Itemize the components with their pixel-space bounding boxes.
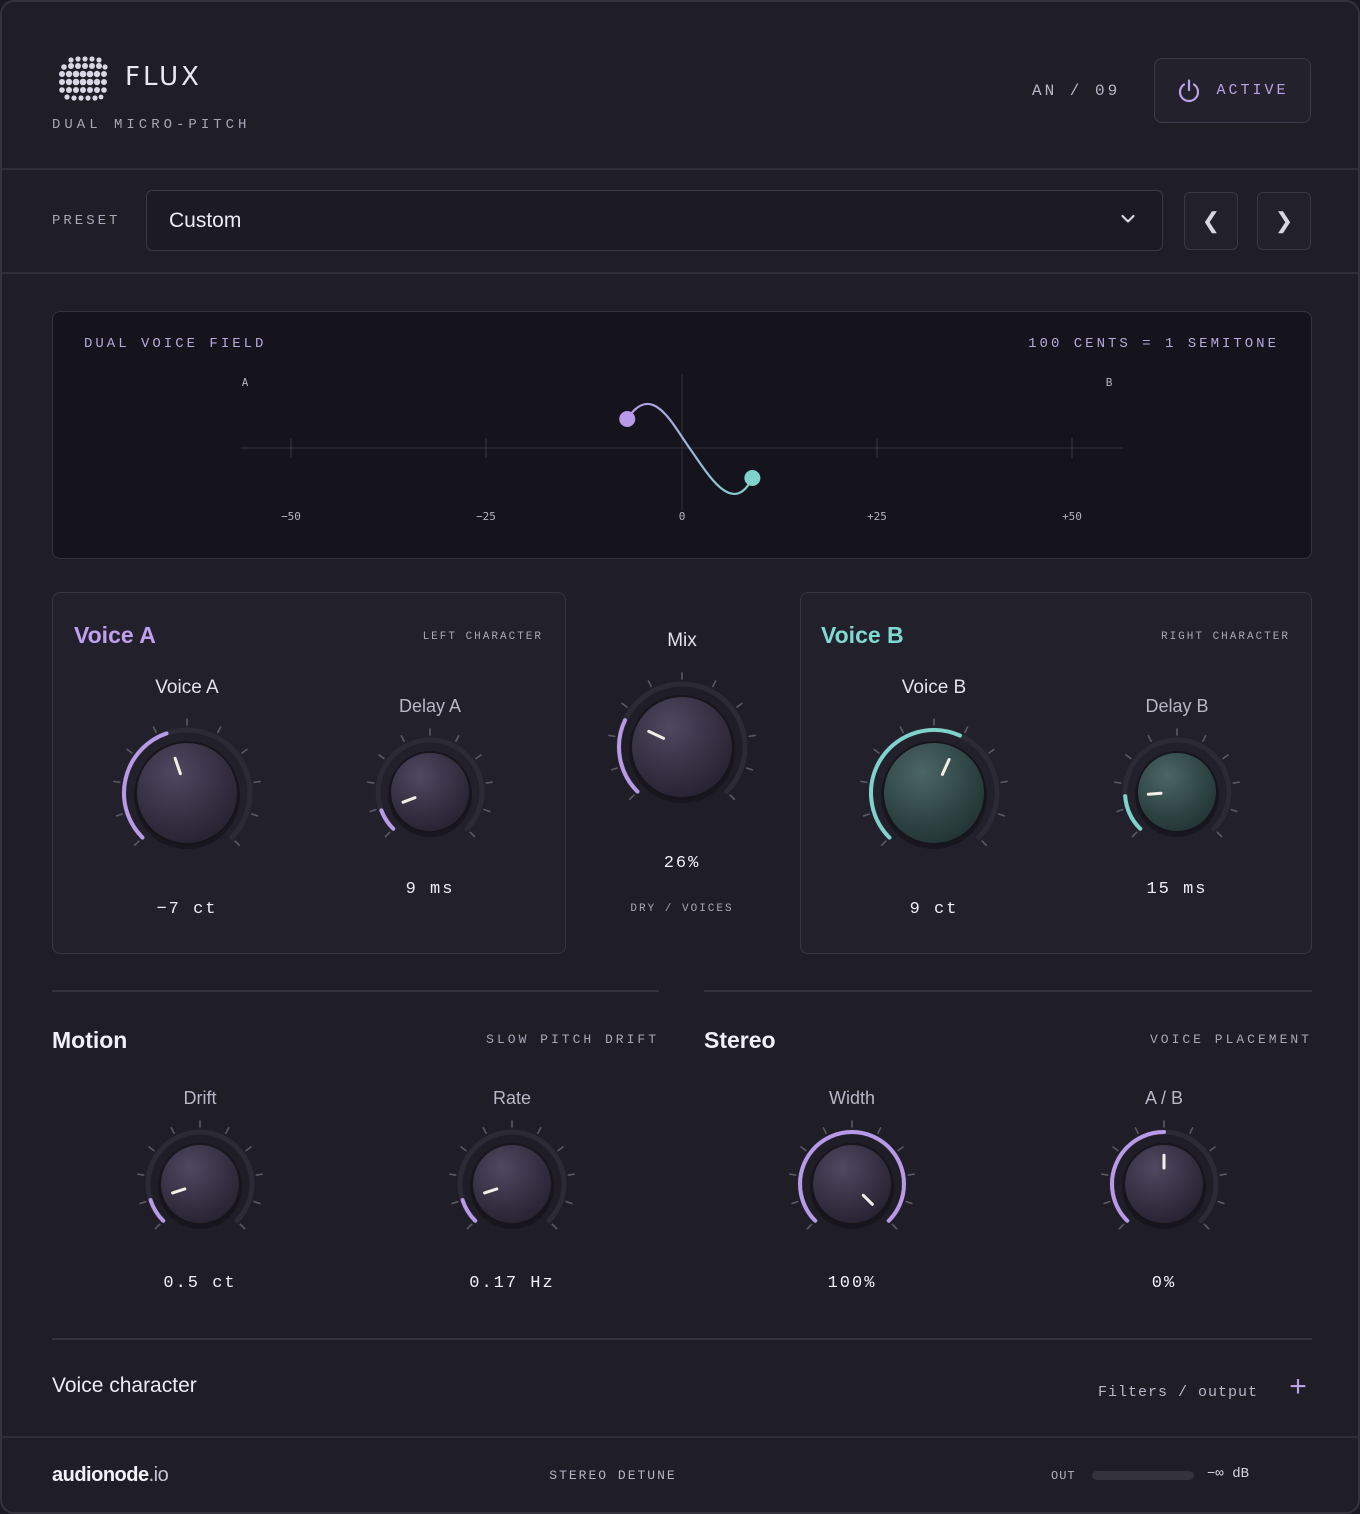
field-curve <box>626 403 754 495</box>
motion-tag: SLOW PITCH DRIFT <box>486 1032 659 1047</box>
active-label: ACTIVE <box>1216 82 1289 99</box>
delay-b-value: 15 ms <box>1146 880 1208 899</box>
preset-prev-button[interactable]: ❮ <box>1184 192 1238 250</box>
field-tick-label: −25 <box>476 510 496 523</box>
divider <box>52 990 659 992</box>
voice-character-title[interactable]: Voice character <box>52 1374 197 1398</box>
voice-b-pitch-knob[interactable] <box>853 712 1015 874</box>
out-value: −∞ dB <box>1207 1466 1250 1482</box>
brand-suffix: .io <box>148 1464 169 1486</box>
voice-a-pitch-label: Voice A <box>155 677 219 698</box>
field-tick-label: 0 <box>679 510 686 523</box>
chevron-down-icon <box>1121 214 1135 223</box>
voice-b-title: Voice B <box>821 622 904 648</box>
brand-logo: audionode.io <box>52 1464 169 1487</box>
field-tick-label: +25 <box>867 510 887 523</box>
delay-a-label: Delay A <box>398 696 462 716</box>
voice-b-pitch-value: 9 ct <box>909 900 959 919</box>
rate-value: 0.17 Hz <box>469 1274 555 1293</box>
app-subtitle: DUAL MICRO-PITCH <box>52 117 251 133</box>
divider <box>2 168 1358 170</box>
rate-knob[interactable] <box>442 1114 582 1254</box>
divider <box>704 990 1312 992</box>
brand-name: audionode <box>52 1464 149 1486</box>
mix-tag: DRY / VOICES <box>630 903 734 915</box>
out-label: OUT <box>1051 1469 1076 1483</box>
voice-b-marker[interactable] <box>744 470 761 486</box>
flux-logo-icon <box>59 56 108 101</box>
ab-balance-knob[interactable] <box>1094 1114 1234 1254</box>
mix-value: 26% <box>663 854 701 873</box>
preset-next-button[interactable]: ❯ <box>1257 192 1311 250</box>
field-label-a: A <box>242 376 249 389</box>
stereo-title: Stereo <box>704 1027 776 1053</box>
app-title: FLUX <box>125 62 202 92</box>
stereo-tag: VOICE PLACEMENT <box>1149 1032 1312 1047</box>
version-label: AN / 09 <box>1032 82 1121 100</box>
width-label: Width <box>828 1088 875 1108</box>
ab-value: 0% <box>1151 1274 1177 1293</box>
divider <box>2 272 1358 274</box>
chevron-right-icon: ❯ <box>1274 208 1294 233</box>
width-value: 100% <box>827 1274 877 1293</box>
drift-value: 0.5 ct <box>163 1274 237 1293</box>
voice-a-pitch-value: −7 ct <box>156 900 218 919</box>
out-meter <box>1092 1471 1194 1480</box>
delay-b-knob[interactable] <box>1107 722 1247 862</box>
power-icon <box>1179 78 1200 102</box>
divider <box>52 1338 1312 1340</box>
preset-label: PRESET <box>52 213 121 229</box>
dual-voice-field[interactable]: DUAL VOICE FIELD 100 CENTS = 1 SEMITONE … <box>52 311 1312 559</box>
preset-select[interactable]: Custom <box>146 190 1163 251</box>
rate-label: Rate <box>492 1088 532 1108</box>
delay-a-knob[interactable] <box>360 722 500 862</box>
voice-a-title: Voice A <box>74 622 156 648</box>
delay-a-value: 9 ms <box>405 880 455 899</box>
divider <box>2 1436 1358 1438</box>
delay-b-label: Delay B <box>1145 696 1209 716</box>
chevron-left-icon: ❮ <box>1201 208 1221 233</box>
active-toggle-button[interactable]: ACTIVE <box>1154 58 1311 123</box>
voice-b-tag: RIGHT CHARACTER <box>1160 631 1290 643</box>
ab-label: A / B <box>1144 1088 1184 1108</box>
field-plot: −50 −25 0 +25 +50 A B <box>241 374 1123 523</box>
motion-title: Motion <box>52 1027 128 1053</box>
width-knob[interactable] <box>782 1114 922 1254</box>
plugin-window: FLUX DUAL MICRO-PITCH AN / 09 ACTIVE PRE… <box>0 0 1360 1514</box>
field-tick-label: +50 <box>1062 510 1082 523</box>
field-label-b: B <box>1106 376 1113 389</box>
field-tick-label: −50 <box>281 510 301 523</box>
voice-a-tag: LEFT CHARACTER <box>422 631 543 643</box>
knob-pointer <box>1146 791 1163 796</box>
voice-a-pitch-knob[interactable] <box>106 712 268 874</box>
expand-plus-icon[interactable]: + <box>1284 1370 1312 1404</box>
mix-knob[interactable] <box>601 666 763 828</box>
voice-character-hint: Filters / output <box>1097 1384 1258 1401</box>
voice-b-pitch-label: Voice B <box>901 677 967 698</box>
voice-a-marker[interactable] <box>619 411 636 427</box>
drift-label: Drift <box>183 1088 217 1108</box>
drift-knob[interactable] <box>130 1114 270 1254</box>
footer-center-label: STEREO DETUNE <box>549 1468 677 1483</box>
preset-value: Custom <box>169 208 242 232</box>
mix-label: Mix <box>667 630 697 651</box>
